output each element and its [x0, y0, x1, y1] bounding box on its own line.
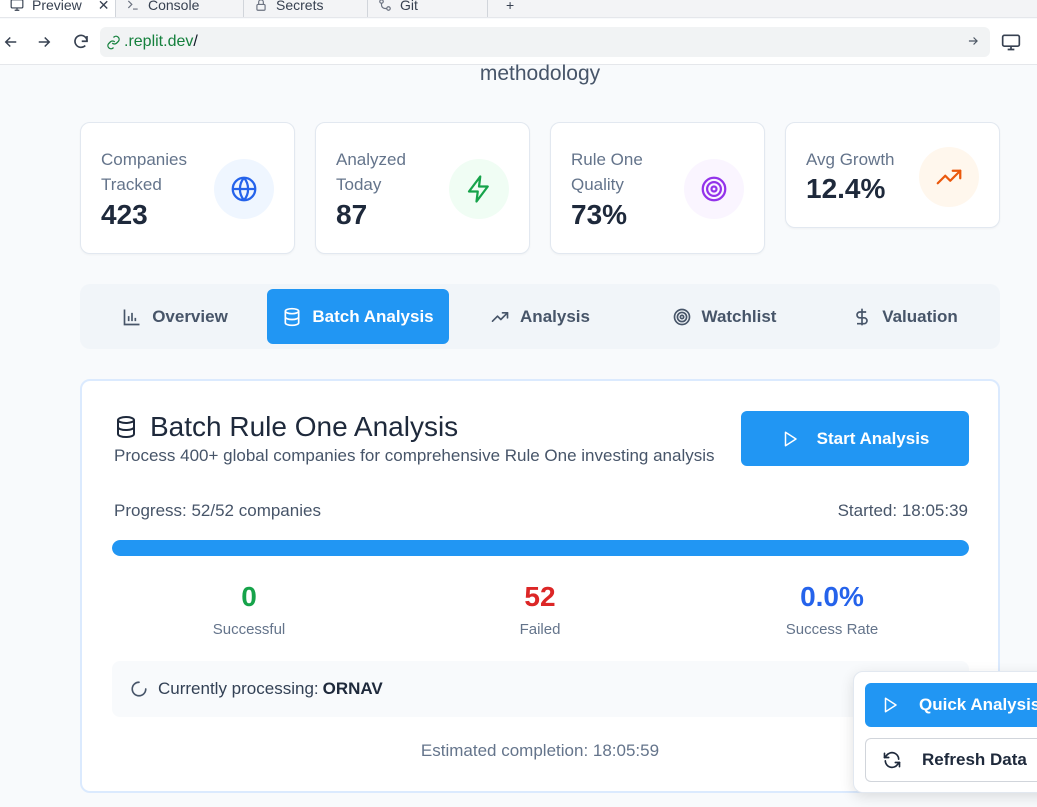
- started-time: Started: 18:05:39: [837, 501, 968, 520]
- progress-bar-fill: [112, 540, 969, 556]
- tab-label: Console: [148, 0, 200, 13]
- globe-icon: [214, 159, 274, 219]
- tab-label: Watchlist: [701, 306, 777, 326]
- progress-label: Progress: 52/52 companies: [114, 501, 321, 520]
- forward-button[interactable]: [33, 31, 55, 53]
- tab-overview[interactable]: Overview: [110, 289, 240, 344]
- tab-console[interactable]: Console: [116, 0, 244, 17]
- stat-card-quality: Rule One Quality 73%: [550, 122, 765, 254]
- url-host: .replit.dev: [124, 33, 194, 50]
- database-icon: [114, 415, 138, 439]
- stat-card-growth: Avg Growth 12.4%: [785, 122, 1000, 228]
- tab-label: Preview: [32, 0, 82, 13]
- stat-value: 87: [336, 199, 368, 230]
- stat-label: Analyzed Today: [336, 150, 406, 194]
- metric-caption: Success Rate: [785, 621, 879, 638]
- panel-description: Process 400+ global companies for compre…: [114, 446, 715, 465]
- tab-analysis[interactable]: Analysis: [480, 289, 600, 344]
- target-icon: [684, 159, 744, 219]
- metric-value: 0: [241, 581, 257, 612]
- stat-label: Avg Growth: [806, 150, 895, 169]
- spinner-icon: [130, 680, 148, 698]
- metric-successful: 0 Successful: [149, 581, 349, 638]
- url-path: /: [193, 33, 198, 50]
- stat-label: Companies Tracked: [101, 150, 187, 194]
- metric-caption: Failed: [519, 621, 561, 638]
- trending-up-icon: [919, 147, 979, 207]
- tab-git[interactable]: Git: [368, 0, 488, 17]
- panel-title-text: Batch Rule One Analysis: [150, 411, 459, 442]
- view-tabs: Overview Batch Analysis Analysis Watchli…: [80, 284, 1000, 349]
- stat-card-analyzed: Analyzed Today 87: [315, 122, 530, 254]
- stat-value: 73%: [571, 199, 628, 230]
- play-icon: [781, 430, 799, 448]
- tab-label: Overview: [152, 306, 228, 326]
- trending-up-icon: [490, 307, 510, 327]
- metric-value: 0.0%: [800, 581, 864, 612]
- address-bar-row: .replit.dev /: [0, 19, 1037, 65]
- terminal-icon: [126, 0, 140, 12]
- link-icon: [106, 35, 121, 50]
- page-subtitle: methodology: [479, 62, 601, 85]
- bar-chart-icon: [122, 307, 142, 327]
- start-analysis-button[interactable]: Start Analysis: [741, 411, 969, 466]
- tab-valuation[interactable]: Valuation: [845, 289, 965, 344]
- url-field[interactable]: .replit.dev /: [100, 27, 990, 57]
- tab-label: Git: [400, 0, 418, 13]
- dollar-icon: [852, 307, 872, 327]
- devices-button[interactable]: [1000, 31, 1022, 53]
- database-icon: [282, 307, 302, 327]
- refresh-data-button[interactable]: Refresh Data: [865, 738, 1037, 782]
- tab-label: Valuation: [882, 306, 958, 326]
- refresh-icon: [882, 750, 902, 770]
- tab-watchlist[interactable]: Watchlist: [660, 289, 788, 344]
- zap-icon: [449, 159, 509, 219]
- lock-icon: [254, 0, 268, 12]
- metric-caption: Successful: [212, 621, 286, 638]
- metric-success-rate: 0.0% Success Rate: [732, 581, 932, 638]
- target-icon: [672, 307, 692, 327]
- quick-analysis-button[interactable]: Quick Analysis: [865, 683, 1037, 727]
- tab-label: Analysis: [520, 306, 590, 326]
- tab-label: Batch Analysis: [312, 306, 434, 326]
- tab-secrets[interactable]: Secrets: [244, 0, 368, 17]
- tab-preview[interactable]: Preview ✕: [0, 0, 116, 17]
- panel-title: Batch Rule One Analysis: [114, 411, 458, 443]
- processing-label: Currently processing:: [158, 679, 319, 698]
- stat-value: 423: [101, 199, 148, 230]
- progress-bar: [112, 540, 969, 556]
- processing-status: Currently processing: ORNAV: [112, 661, 969, 717]
- monitor-icon: [10, 0, 24, 12]
- back-button[interactable]: [0, 31, 22, 53]
- tab-label: Secrets: [276, 0, 324, 13]
- go-arrow-icon[interactable]: [966, 34, 980, 48]
- reload-button[interactable]: [70, 31, 92, 53]
- new-tab-button[interactable]: +: [496, 0, 526, 17]
- browser-tab-bar: Preview ✕ Console Secrets Git +: [0, 0, 1037, 18]
- metric-value: 52: [524, 581, 556, 612]
- floating-actions: Quick Analysis Refresh Data: [853, 671, 1037, 793]
- play-icon: [881, 696, 899, 714]
- stat-value: 12.4%: [806, 173, 886, 204]
- stat-card-companies: Companies Tracked 423: [80, 122, 295, 254]
- git-icon: [378, 0, 392, 12]
- close-icon[interactable]: ✕: [98, 0, 110, 14]
- stat-label: Rule One Quality: [571, 150, 643, 194]
- tab-batch-analysis[interactable]: Batch Analysis: [267, 289, 449, 344]
- metric-failed: 52 Failed: [440, 581, 640, 638]
- processing-ticker: ORNAV: [322, 679, 383, 698]
